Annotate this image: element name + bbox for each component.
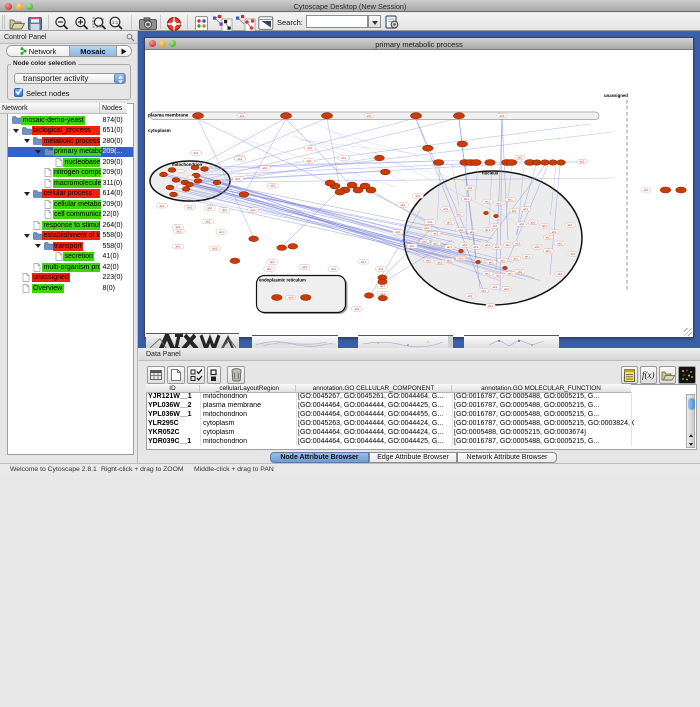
svg-text:ab1: ab1 xyxy=(187,206,192,210)
svg-text:ab1: ab1 xyxy=(492,224,497,228)
svg-text:cytoplasm: cytoplasm xyxy=(148,128,171,133)
svg-text:ab1: ab1 xyxy=(427,220,432,224)
svg-text:ab1: ab1 xyxy=(485,228,490,232)
svg-text:ab1: ab1 xyxy=(433,232,438,236)
svg-text:ab1: ab1 xyxy=(485,243,490,247)
svg-text:ab1: ab1 xyxy=(378,267,383,271)
svg-text:endoplasmic reticulum: endoplasmic reticulum xyxy=(259,278,306,283)
svg-text:ab1: ab1 xyxy=(467,186,472,190)
svg-text:ab1: ab1 xyxy=(426,258,431,262)
svg-text:ab1: ab1 xyxy=(470,230,475,234)
svg-text:ab1: ab1 xyxy=(473,245,478,249)
svg-text:ab1: ab1 xyxy=(422,239,427,243)
svg-text:ab1: ab1 xyxy=(508,198,513,202)
svg-text:ab1: ab1 xyxy=(424,226,429,230)
svg-text:ab1: ab1 xyxy=(542,224,547,228)
svg-text:ab1: ab1 xyxy=(331,267,336,271)
svg-text:ab1: ab1 xyxy=(488,304,493,308)
svg-text:ab1: ab1 xyxy=(175,245,180,249)
svg-text:ab1: ab1 xyxy=(494,245,499,249)
svg-text:ab1: ab1 xyxy=(437,260,442,264)
svg-text:ab1: ab1 xyxy=(513,257,518,261)
svg-text:ab1: ab1 xyxy=(400,203,405,207)
svg-text:ab1: ab1 xyxy=(546,249,551,253)
svg-text:ab1: ab1 xyxy=(485,272,490,276)
svg-text:ab1: ab1 xyxy=(456,213,461,217)
svg-text:ab1: ab1 xyxy=(464,197,469,201)
svg-text:ab1: ab1 xyxy=(176,229,181,233)
svg-text:nucleus: nucleus xyxy=(482,171,499,176)
svg-text:ab1: ab1 xyxy=(267,267,272,271)
svg-text:ab1: ab1 xyxy=(433,241,438,245)
svg-text:ab1: ab1 xyxy=(270,260,275,264)
svg-text:ab1: ab1 xyxy=(546,236,551,240)
svg-text:ab1: ab1 xyxy=(517,156,522,160)
svg-text:ab1: ab1 xyxy=(447,258,452,262)
svg-text:ab1: ab1 xyxy=(307,146,312,150)
svg-text:ab1: ab1 xyxy=(237,157,242,161)
svg-text:ab1: ab1 xyxy=(481,289,486,293)
svg-text:ab1: ab1 xyxy=(270,184,275,188)
svg-text:ab1: ab1 xyxy=(499,114,504,118)
svg-text:ab1: ab1 xyxy=(395,230,400,234)
svg-text:ab1: ab1 xyxy=(193,151,198,155)
svg-text:ab1: ab1 xyxy=(523,207,528,211)
svg-text:ab1: ab1 xyxy=(306,159,311,163)
svg-text:ab1: ab1 xyxy=(262,166,267,170)
svg-text:ab1: ab1 xyxy=(504,287,509,291)
svg-text:ab1: ab1 xyxy=(519,222,524,226)
svg-text:ab1: ab1 xyxy=(219,230,224,234)
svg-text:ab1: ab1 xyxy=(557,272,562,276)
svg-text:ab1: ab1 xyxy=(551,230,556,234)
svg-text:ab1: ab1 xyxy=(508,272,513,276)
svg-text:ab1: ab1 xyxy=(570,252,575,256)
svg-text:ab1: ab1 xyxy=(222,208,227,212)
svg-text:ab1: ab1 xyxy=(567,223,572,227)
svg-text:ab1: ab1 xyxy=(557,241,562,245)
svg-text:ab1: ab1 xyxy=(415,194,420,198)
svg-text:ab1: ab1 xyxy=(643,188,648,192)
svg-text:ab1: ab1 xyxy=(512,209,517,213)
svg-text:ab1: ab1 xyxy=(159,204,164,208)
svg-text:ab1: ab1 xyxy=(288,296,293,300)
svg-text:ab1: ab1 xyxy=(212,247,217,251)
svg-text:ab1: ab1 xyxy=(302,265,307,269)
svg-text:ab1: ab1 xyxy=(579,160,584,164)
svg-text:ab1: ab1 xyxy=(534,245,539,249)
svg-text:ab1: ab1 xyxy=(485,199,490,203)
svg-text:plasma membrane: plasma membrane xyxy=(148,113,189,118)
svg-text:ab1: ab1 xyxy=(447,220,452,224)
svg-text:ab1: ab1 xyxy=(525,255,530,259)
svg-text:unassigned: unassigned xyxy=(604,93,628,98)
svg-text:ab1: ab1 xyxy=(354,307,359,311)
svg-text:ab1: ab1 xyxy=(239,114,244,118)
svg-text:ab1: ab1 xyxy=(500,258,505,262)
svg-text:ab1: ab1 xyxy=(175,225,180,229)
svg-text:ab1: ab1 xyxy=(443,207,448,211)
svg-text:ab1: ab1 xyxy=(250,208,255,212)
svg-text:ab1: ab1 xyxy=(447,245,452,249)
svg-text:ab1: ab1 xyxy=(492,285,497,289)
svg-text:ab1: ab1 xyxy=(496,201,501,205)
svg-text:ab1: ab1 xyxy=(531,220,536,224)
svg-text:ab1: ab1 xyxy=(496,274,501,278)
svg-text:ab1: ab1 xyxy=(361,260,366,264)
svg-text:ab1: ab1 xyxy=(207,206,212,210)
svg-text:ab1: ab1 xyxy=(506,243,511,247)
svg-text:ab1: ab1 xyxy=(458,228,463,232)
svg-text:ab1: ab1 xyxy=(380,284,385,288)
svg-text:ab1: ab1 xyxy=(235,177,240,181)
svg-text:ab1: ab1 xyxy=(462,243,467,247)
svg-text:ab1: ab1 xyxy=(515,241,520,245)
svg-text:ab1: ab1 xyxy=(467,294,472,298)
svg-text:ab1: ab1 xyxy=(489,260,494,264)
svg-text:ab1: ab1 xyxy=(458,257,463,261)
svg-text:ab1: ab1 xyxy=(517,270,522,274)
svg-text:ab1: ab1 xyxy=(205,220,210,224)
svg-text:ab1: ab1 xyxy=(409,244,414,248)
svg-text:ab1: ab1 xyxy=(341,156,346,160)
svg-text:ab1: ab1 xyxy=(366,114,371,118)
